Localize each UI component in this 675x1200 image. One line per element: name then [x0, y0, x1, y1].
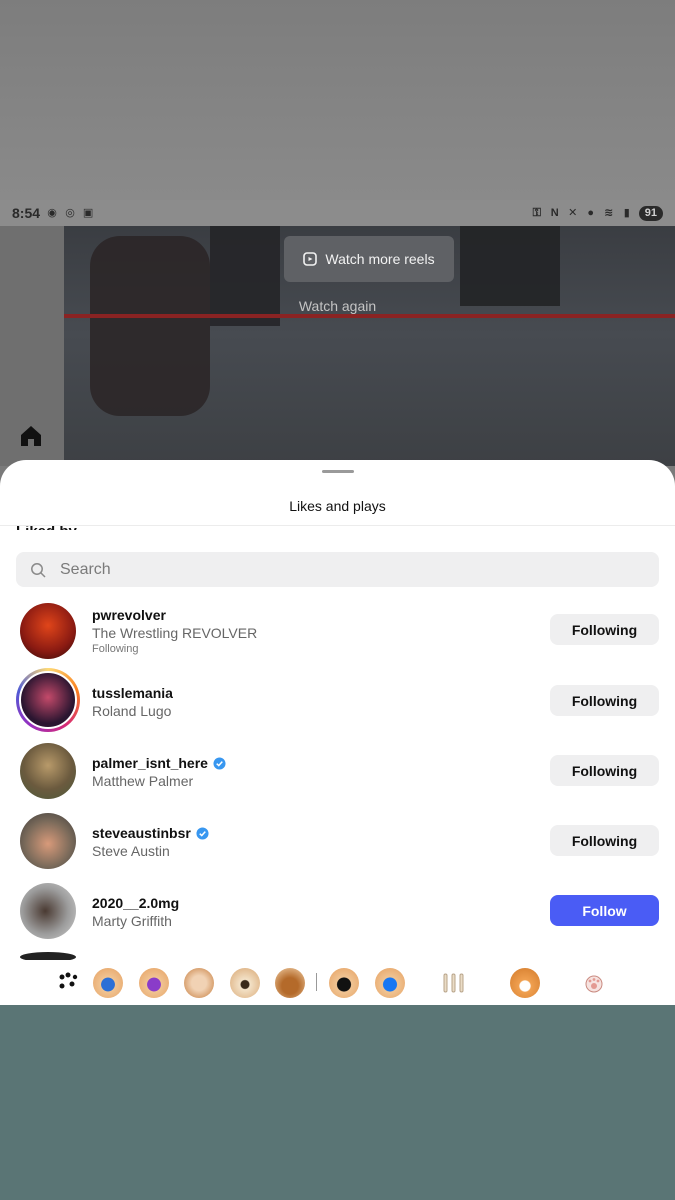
verified-badge-icon [196, 826, 209, 840]
full-name: Steve Austin [92, 843, 170, 859]
full-name: The Wrestling REVOLVER [92, 625, 258, 641]
sheet-divider [0, 525, 675, 526]
watch-again-link[interactable]: Watch again [0, 298, 675, 314]
corgi-camera-icon[interactable] [230, 968, 260, 998]
sheet-drag-handle[interactable] [322, 470, 354, 473]
follow-status-text: Following [92, 643, 139, 655]
following-button[interactable]: Following [550, 685, 659, 716]
corgi-phone-icon[interactable] [184, 968, 214, 998]
username-text: pwrevolver [92, 607, 166, 623]
corgi-tiktok-icon[interactable] [329, 968, 359, 998]
user-row[interactable]: tusslemania Roland Lugo Following [0, 665, 675, 735]
mute-icon: ✕ [568, 207, 578, 219]
location-icon: ● [587, 207, 595, 219]
paw-icon[interactable] [583, 973, 605, 993]
following-button[interactable]: Following [550, 614, 659, 645]
avatar[interactable] [20, 603, 76, 659]
bar-separator [316, 973, 317, 991]
status-bar: 8:54 ◉ ◎ ▣ ⚿ N ✕ ● ≋ ▮ 91 [0, 200, 675, 226]
watch-more-reels-button[interactable]: Watch more reels [284, 236, 454, 282]
username-text: tusslemania [92, 685, 173, 701]
avatar [19, 671, 77, 729]
full-name: Marty Griffith [92, 913, 172, 929]
video-figure [460, 226, 560, 306]
follow-button[interactable]: Follow [550, 895, 659, 926]
corgi-facebook-icon[interactable] [375, 968, 405, 998]
signal-icon: ▮ [623, 207, 630, 219]
paw-prints-icon[interactable] [57, 972, 79, 992]
corgi-mail-icon[interactable] [139, 968, 169, 998]
sticker-shortcut-bar [0, 960, 675, 1005]
user-row[interactable]: pwrevolver The Wrestling REVOLVER Follow… [0, 595, 675, 665]
battery-indicator: 91 [638, 205, 663, 221]
background-bottom [0, 1005, 675, 1200]
user-row[interactable]: 2020__2.0mg Marty Griffith Follow [0, 875, 675, 945]
username[interactable]: 2020__2.0mg [92, 895, 179, 911]
avatar[interactable] [20, 883, 76, 939]
username-text: palmer_isnt_here [92, 755, 208, 771]
sheet-title: Likes and plays [289, 498, 386, 514]
corgi-bowl-icon[interactable] [275, 968, 305, 998]
avatar[interactable] [20, 813, 76, 869]
username[interactable]: steveaustinbsr [92, 825, 209, 841]
messenger-icon: ◉ [47, 207, 57, 219]
home-icon[interactable] [18, 424, 44, 448]
background-top [0, 0, 675, 200]
video-figure [90, 236, 210, 416]
nfc-icon: N [550, 207, 559, 219]
full-name: Matthew Palmer [92, 773, 194, 789]
likes-sheet: Liked by Likes and plays pwrevolver The … [0, 460, 675, 1005]
search-bar[interactable] [16, 552, 659, 587]
avatar[interactable] [20, 743, 76, 799]
username[interactable]: pwrevolver [92, 607, 166, 623]
search-input[interactable] [60, 560, 620, 579]
camera-notification-icon: ◎ [65, 207, 75, 219]
status-time: 8:54 [12, 205, 41, 221]
username-text: 2020__2.0mg [92, 895, 180, 911]
screenshot-icon: ▣ [82, 207, 94, 219]
verified-badge-icon [213, 756, 226, 770]
watch-more-label: Watch more reels [325, 251, 435, 267]
full-name: Roland Lugo [92, 703, 172, 719]
search-icon [31, 562, 46, 578]
user-row[interactable]: palmer_isnt_here Matthew Palmer Followin… [0, 735, 675, 805]
avatar-story-ring[interactable] [16, 668, 80, 732]
reel-video[interactable]: Watch more reels Watch again [0, 226, 675, 466]
username[interactable]: palmer_isnt_here [92, 755, 226, 771]
bones-icon[interactable] [441, 971, 467, 995]
following-button[interactable]: Following [550, 755, 659, 786]
ring-rope [64, 314, 675, 318]
corgi-face-icon[interactable] [510, 968, 540, 998]
username-text: steveaustinbsr [92, 825, 191, 841]
username[interactable]: tusslemania [92, 685, 173, 701]
reels-icon [303, 252, 318, 266]
wifi-icon: ≋ [604, 207, 614, 219]
user-row[interactable]: steveaustinbsr Steve Austin Following [0, 805, 675, 875]
following-button[interactable]: Following [550, 825, 659, 856]
liked-by-heading: Liked by [16, 518, 77, 530]
key-icon: ⚿ [532, 207, 541, 219]
corgi-chat-icon[interactable] [93, 968, 123, 998]
